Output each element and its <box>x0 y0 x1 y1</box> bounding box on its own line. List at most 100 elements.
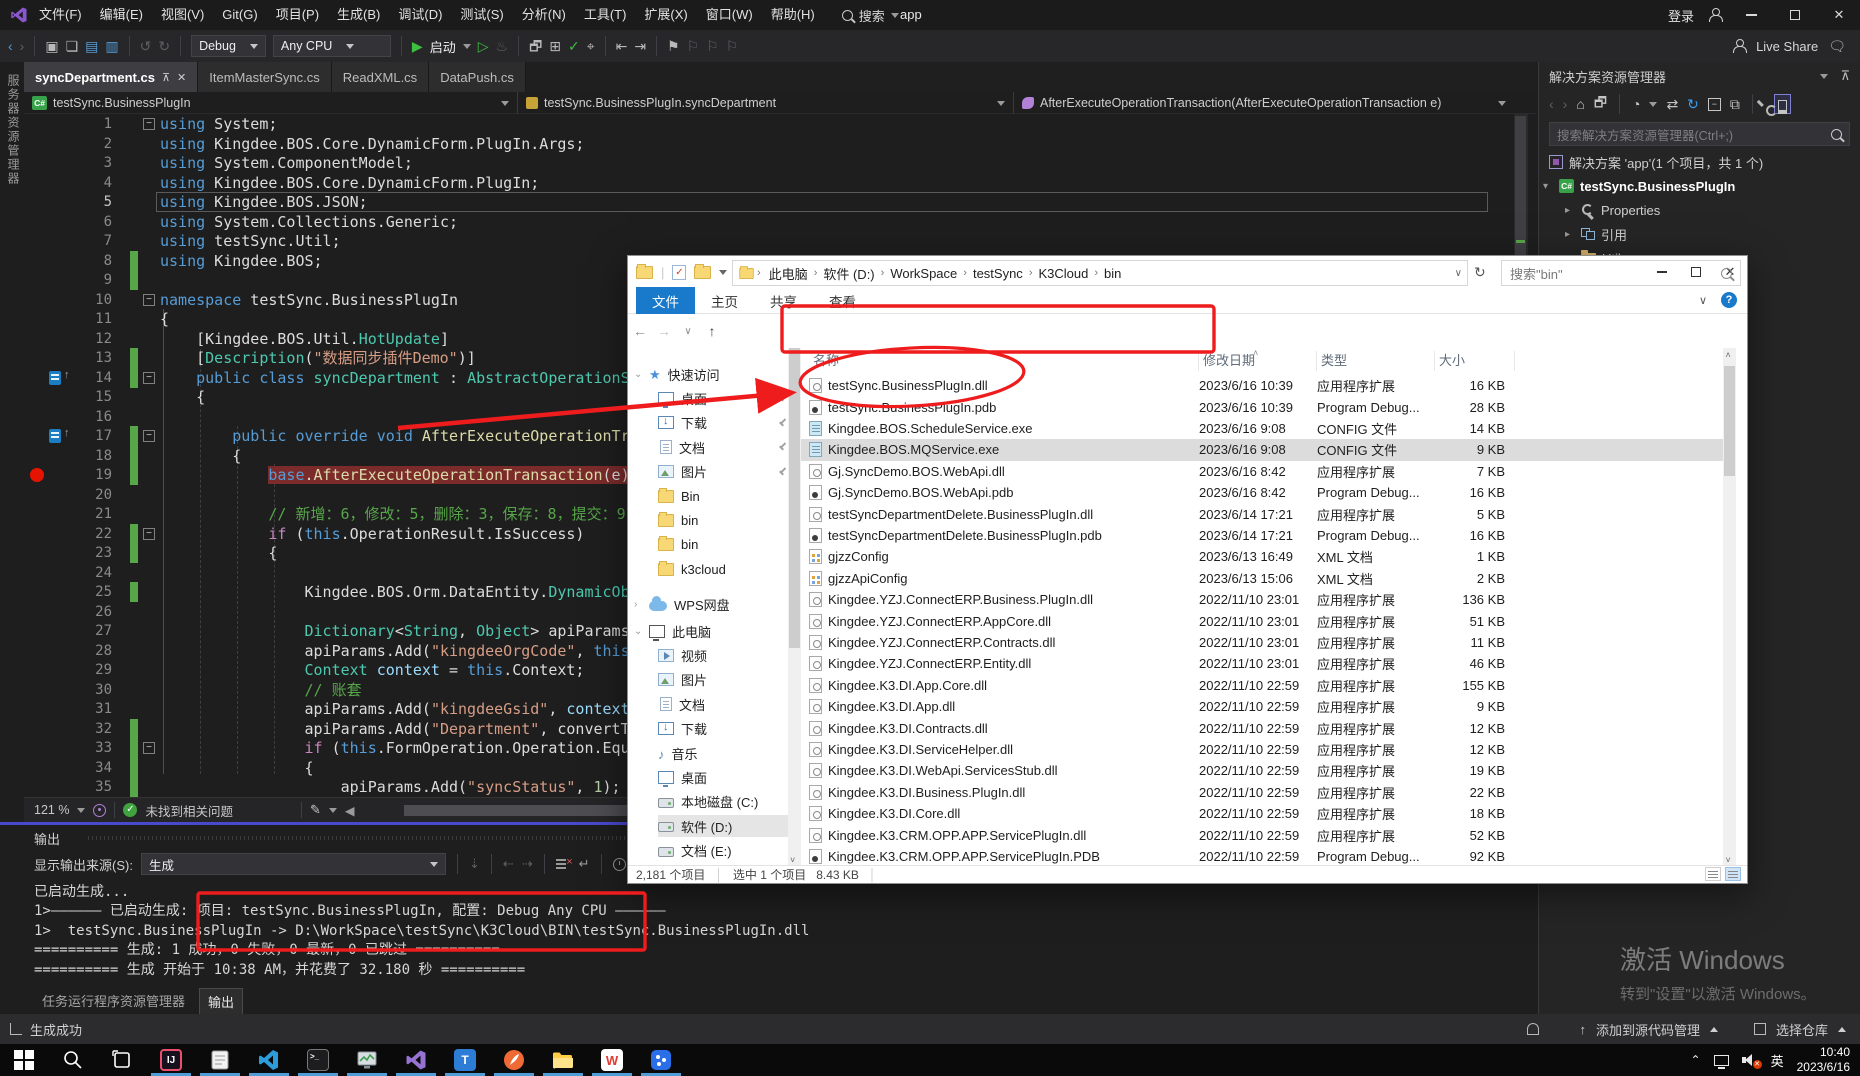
file-row[interactable]: Kingdee.K3.DI.WebApi.ServicesStub.dll 202… <box>801 760 1736 781</box>
line-number[interactable]: 31 <box>64 699 112 719</box>
visual-studio-taskbar-icon[interactable] <box>392 1044 440 1076</box>
line-number[interactable]: 7 <box>64 231 112 251</box>
system-monitor-taskbar-icon[interactable] <box>343 1044 391 1076</box>
breadcrumb[interactable]: › 此电脑 › 软件 (D:) › WorkSpace › testSync › K3Cloud… <box>732 260 1468 286</box>
vs-search-control[interactable]: 搜索 <box>841 6 899 25</box>
project-dropdown[interactable]: C# testSync.BusinessPlugIn <box>24 92 518 114</box>
pending-changes-filter-icon[interactable]: ◔ <box>1632 96 1640 112</box>
nav-item[interactable]: 图片 <box>658 669 788 691</box>
properties-quick-icon[interactable]: ✓ <box>672 264 687 280</box>
speaker-muted-icon[interactable]: ✕ <box>1741 1054 1762 1069</box>
recent-locations-chevron-icon[interactable]: ∨ <box>676 326 700 337</box>
forward-icon[interactable]: › <box>1563 96 1568 112</box>
breadcrumb-item[interactable]: 软件 (D:) <box>817 262 880 285</box>
clear-all-icon[interactable] <box>555 856 573 871</box>
panel-menu-chevron-icon[interactable] <box>1820 73 1829 79</box>
column-header[interactable]: 类型 <box>1317 351 1435 371</box>
nav-item[interactable]: 本地磁盘 (C:) <box>658 791 788 813</box>
goto-message-icon[interactable]: ⇣ <box>469 856 480 872</box>
breadcrumb-item[interactable]: K3Cloud <box>1032 264 1094 283</box>
feedback-icon[interactable]: 🗨 <box>1828 35 1846 57</box>
fold-minus-icon[interactable]: − <box>143 118 155 130</box>
line-number[interactable]: 14 <box>64 368 112 388</box>
close-icon[interactable]: ✕ <box>177 71 186 84</box>
platform-dropdown[interactable]: Any CPU <box>272 35 391 57</box>
nav-item[interactable]: ♪ 音乐 <box>658 742 788 764</box>
solution-search-input[interactable]: 搜索解决方案资源管理器(Ctrl+;) <box>1549 122 1850 146</box>
nav-item[interactable]: 文档 <box>658 436 788 458</box>
file-row[interactable]: Kingdee.K3.DI.App.Core.dll 2022/11/10 22:… <box>801 675 1736 696</box>
nav-item[interactable]: › WPS网盘 <box>634 594 788 616</box>
nav-item[interactable]: bin <box>658 534 788 556</box>
file-row[interactable]: testSyncDepartmentDelete.BusinessPlugIn.… <box>801 525 1736 546</box>
menu-item[interactable]: 调试(D) <box>389 0 451 30</box>
file-row[interactable]: Kingdee.K3.DI.Contracts.dll 2022/11/10 22… <box>801 717 1736 738</box>
file-row[interactable]: Kingdee.YZJ.ConnectERP.AppCore.dll 2022/1… <box>801 610 1736 631</box>
new-folder-quick-icon[interactable] <box>694 263 712 279</box>
nav-item[interactable]: Bin <box>658 485 788 507</box>
menu-item[interactable]: 窗口(W) <box>697 0 762 30</box>
hot-reload-icon[interactable]: ♨ <box>496 35 509 57</box>
tree-root[interactable]: 解决方案 'app'(1 个项目，共 1 个) <box>1539 150 1860 174</box>
word-wrap-icon[interactable]: ↵ <box>579 856 590 872</box>
dots-app-taskbar-icon[interactable] <box>637 1044 685 1076</box>
solution-platforms-icon[interactable]: ⊞ <box>549 35 561 57</box>
hscroll-left-icon[interactable]: ◀ <box>345 803 355 818</box>
line-number[interactable]: 16 <box>64 407 112 427</box>
line-number[interactable]: 35 <box>64 777 112 797</box>
new-project-icon[interactable]: ▣ <box>45 35 58 57</box>
select-repository-button[interactable]: 选择仓库 <box>1776 1020 1828 1039</box>
list-scrollbar[interactable]: ˄ ˅ <box>1723 348 1736 867</box>
nav-item[interactable]: ⌄ 此电脑 <box>634 620 788 642</box>
nav-scrollbar[interactable]: ˅ <box>788 348 801 867</box>
pin-icon[interactable]: ⊼ <box>1840 68 1850 84</box>
line-number[interactable]: 4 <box>64 173 112 193</box>
teams-taskbar-icon[interactable]: T <box>441 1044 489 1076</box>
navigate-back-icon[interactable]: ‹ <box>8 35 13 57</box>
menu-item[interactable]: Git(G) <box>213 0 266 30</box>
tree-item[interactable]: ▸ 引用 <box>1539 222 1860 246</box>
menu-item[interactable]: 分析(N) <box>513 0 575 30</box>
menu-item[interactable]: 项目(P) <box>267 0 328 30</box>
breadcrumb-item[interactable]: bin <box>1098 264 1127 283</box>
menu-item[interactable]: 工具(T) <box>575 0 636 30</box>
line-number[interactable]: 29 <box>64 660 112 680</box>
editor-tab[interactable]: DataPush.cs <box>429 62 526 92</box>
file-row[interactable]: Kingdee.YZJ.ConnectERP.Contracts.dll 2022… <box>801 632 1736 653</box>
tab-output[interactable]: 输出 <box>199 988 244 1015</box>
save-icon[interactable]: ▤ <box>85 35 98 57</box>
explorer-search-input[interactable]: 搜索"bin" <box>1501 260 1741 286</box>
tree-item[interactable]: ▸ Properties <box>1539 198 1860 222</box>
chevron-icon[interactable]: › <box>634 599 642 610</box>
file-row[interactable]: testSyncDepartmentDelete.BusinessPlugIn.… <box>801 503 1736 524</box>
redo-icon[interactable]: ↻ <box>158 35 170 57</box>
line-number[interactable]: 30 <box>64 680 112 700</box>
column-header[interactable]: 名称 <box>809 351 1199 371</box>
scroll-up-icon[interactable]: ˄ <box>1726 350 1731 360</box>
undo-icon[interactable]: ↺ <box>140 35 152 57</box>
file-row[interactable]: Kingdee.BOS.ScheduleService.exe 2023/6/16… <box>801 418 1736 439</box>
zoom-level[interactable]: 121 % <box>34 803 69 817</box>
live-share-label[interactable]: Live Share <box>1756 39 1818 54</box>
file-row[interactable]: Kingdee.K3.DI.Core.dll 2022/11/10 22:59 应用… <box>801 803 1736 824</box>
line-number[interactable]: 34 <box>64 758 112 778</box>
indent-increase-icon[interactable]: ⇥ <box>634 35 646 57</box>
forward-icon[interactable]: → <box>652 323 676 339</box>
server-explorer-side-tab[interactable]: 服务器资源管理器 <box>0 62 24 822</box>
wps-taskbar-icon[interactable]: W <box>588 1044 636 1076</box>
menu-item[interactable]: 帮助(H) <box>762 0 824 30</box>
file-explorer-window[interactable]: | ✓ | bin ✕ 文件主页共享查看 ∨ ? ← → ∨ ↑ › 此电脑› <box>627 255 1748 884</box>
input-language[interactable]: 英 <box>1771 1051 1784 1070</box>
start-debug-label[interactable]: 启动 <box>430 37 456 56</box>
line-number[interactable]: 33 <box>64 738 112 758</box>
user-account-icon[interactable] <box>1708 8 1723 22</box>
maximize-button[interactable] <box>1780 0 1810 30</box>
editor-tab[interactable]: ItemMasterSync.cs <box>198 62 332 92</box>
up-icon[interactable]: ↑ <box>700 323 724 339</box>
minimize-button[interactable] <box>1736 0 1766 30</box>
search-taskbar-icon[interactable] <box>49 1044 97 1076</box>
terminal-taskbar-icon[interactable]: >_ <box>294 1044 342 1076</box>
quick-access-chevron-icon[interactable] <box>719 269 728 275</box>
task-view-taskbar-icon[interactable] <box>98 1044 146 1076</box>
nav-item[interactable]: 桌面 <box>658 766 788 788</box>
